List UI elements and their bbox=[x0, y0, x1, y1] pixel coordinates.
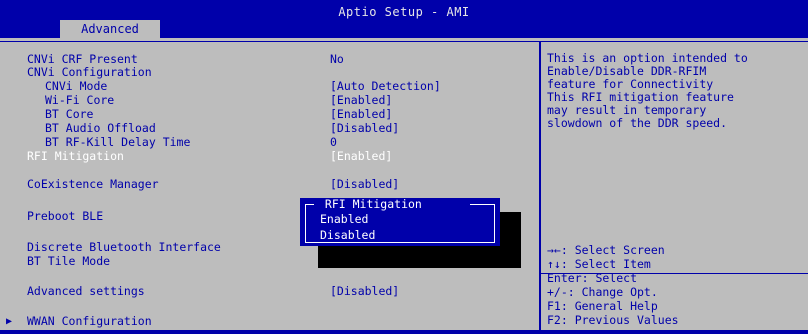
popup-title: RFI Mitigation bbox=[318, 197, 429, 211]
setting-coexistence-manager-value[interactable]: [Disabled] bbox=[330, 178, 399, 191]
setting-bt-tile-mode-label[interactable]: BT Tile Mode bbox=[27, 255, 110, 268]
setting-wwan-configuration-label[interactable]: WWAN Configuration bbox=[27, 315, 152, 328]
setting-cnvi-crf-present-value: No bbox=[330, 52, 344, 66]
setting-cnvi-mode-label[interactable]: CNVi Mode bbox=[45, 80, 107, 93]
setting-bt-audio-offload-label[interactable]: BT Audio Offload bbox=[45, 122, 156, 135]
setting-wifi-core-label[interactable]: Wi-Fi Core bbox=[45, 94, 114, 107]
setting-cnvi-mode-value[interactable]: [Auto Detection] bbox=[330, 80, 441, 93]
setting-coexistence-manager-label[interactable]: CoExistence Manager bbox=[27, 178, 159, 191]
setting-bt-rf-kill-delay-label[interactable]: BT RF-Kill Delay Time bbox=[45, 136, 190, 149]
key-hint-general-help: F1: General Help bbox=[547, 299, 658, 313]
key-hint-select-screen: →←: Select Screen bbox=[547, 243, 665, 257]
popup-option-disabled[interactable]: Disabled bbox=[320, 228, 375, 242]
setting-rfi-mitigation-label[interactable]: RFI Mitigation bbox=[27, 150, 124, 163]
help-text: This is an option intended to Enable/Dis… bbox=[547, 52, 802, 130]
help-line: slowdown of the DDR speed. bbox=[547, 116, 728, 130]
submenu-arrow-icon: ▶ bbox=[6, 316, 13, 327]
setting-discrete-bt-interface-label[interactable]: Discrete Bluetooth Interface bbox=[27, 241, 221, 254]
setting-cnvi-configuration-label: CNVi Configuration bbox=[27, 65, 152, 79]
key-hint-select-item: ↑↓: Select Item bbox=[547, 257, 651, 271]
setting-preboot-ble-label[interactable]: Preboot BLE bbox=[27, 210, 103, 223]
app-title: Aptio Setup - AMI bbox=[338, 5, 470, 19]
header-bar: Aptio Setup - AMI Advanced bbox=[0, 0, 808, 39]
key-legend: →←: Select Screen ↑↓: Select Item Enter:… bbox=[547, 243, 679, 327]
popup-option-enabled[interactable]: Enabled bbox=[320, 212, 368, 226]
setting-bt-core-label[interactable]: BT Core bbox=[45, 108, 93, 121]
setting-rfi-mitigation-value[interactable]: [Enabled] bbox=[330, 150, 392, 163]
key-hint-enter: Enter: Select bbox=[547, 271, 638, 285]
popup-frame-edge bbox=[305, 204, 314, 205]
panel-divider bbox=[539, 42, 541, 334]
setting-bt-core-value[interactable]: [Enabled] bbox=[330, 108, 392, 121]
key-hint-change-opt: +/-: Change Opt. bbox=[547, 285, 658, 299]
setting-wifi-core-value[interactable]: [Enabled] bbox=[330, 94, 392, 107]
setting-advanced-settings-label[interactable]: Advanced settings bbox=[27, 285, 145, 298]
setting-advanced-settings-value[interactable]: [Disabled] bbox=[330, 285, 399, 298]
panel-border bbox=[0, 41, 808, 42]
popup-frame-edge bbox=[470, 204, 494, 205]
setting-bt-audio-offload-value[interactable]: [Disabled] bbox=[330, 122, 399, 135]
tab-advanced[interactable]: Advanced bbox=[60, 20, 160, 39]
key-hint-previous-values: F2: Previous Values bbox=[547, 313, 679, 327]
rfi-mitigation-popup[interactable]: RFI Mitigation Enabled Disabled bbox=[300, 198, 500, 246]
setting-bt-rf-kill-delay-value[interactable]: 0 bbox=[330, 136, 337, 149]
